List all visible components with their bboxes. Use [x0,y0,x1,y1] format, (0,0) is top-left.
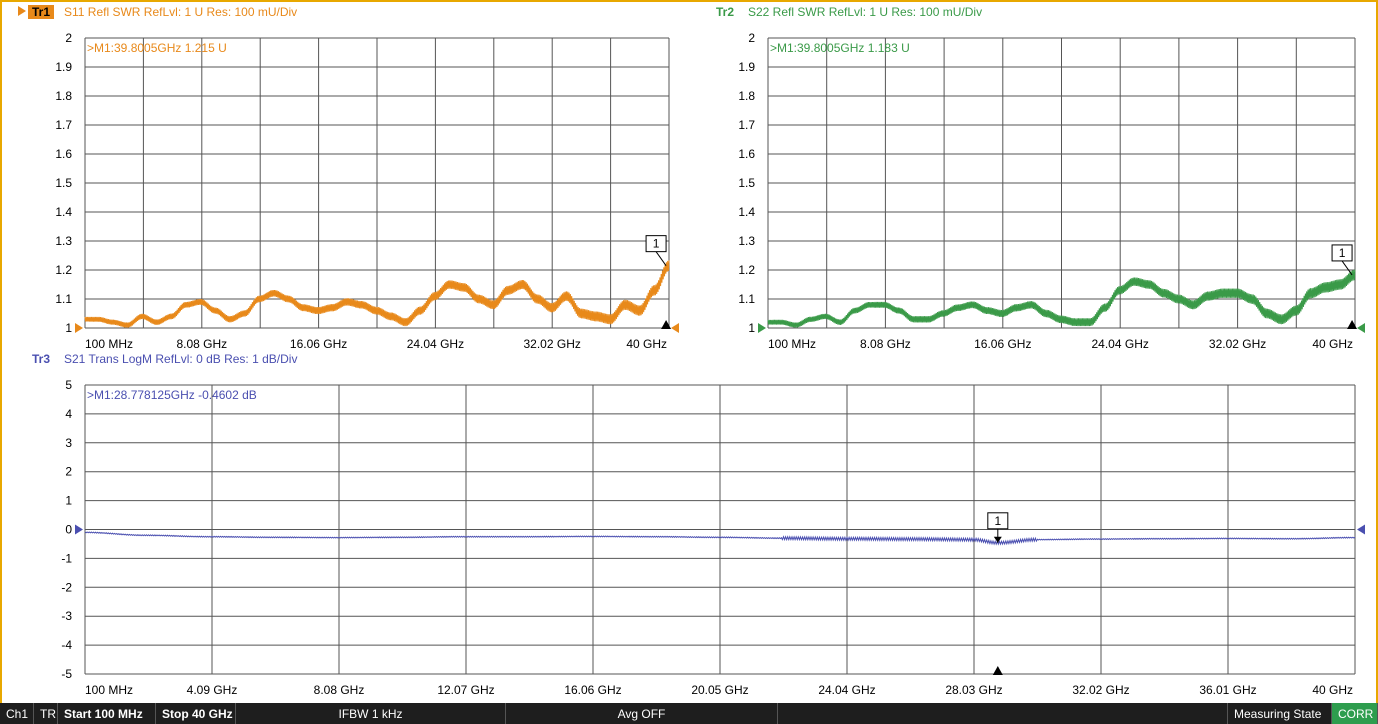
tr2-ytick-label: 1.9 [738,60,755,74]
tr1-trace-label: Tr1 [32,5,50,19]
tr3-marker-axis-icon [992,666,1003,675]
tr1-xtick-label: 32.02 GHz [524,337,581,351]
tr3-xtick-label: 20.05 GHz [691,683,748,697]
tr2-xtick-label: 32.02 GHz [1209,337,1266,351]
tr3-ytick-label: -2 [61,580,72,594]
stop-frequency[interactable]: Stop 40 GHz [156,703,236,724]
tr2-ytick-label: 1.8 [738,89,755,103]
tr2-ytick-label: 1.5 [738,176,755,190]
tr2-trace-label: Tr2 [716,5,734,19]
tr3-ytick-label: -5 [61,667,72,681]
tr2-ytick-label: 1.4 [738,205,755,219]
tr1-ytick-label: 1.1 [55,292,72,306]
tr1-marker-label: 1 [653,237,660,251]
tr3-trace-label: Tr3 [32,352,50,366]
tr3-xtick-label: 12.07 GHz [437,683,494,697]
tr3-header: S21 Trans LogM RefLvl: 0 dB Res: 1 dB/Di… [64,352,297,366]
ifbw-setting[interactable]: IFBW 1 kHz [236,703,506,724]
tr2-header: S22 Refl SWR RefLvl: 1 U Res: 100 mU/Div [748,5,982,19]
tr2-xtick-label: 16.06 GHz [974,337,1031,351]
tr1-ytick-label: 1.4 [55,205,72,219]
tr2-ytick-label: 1.2 [738,263,755,277]
tr1-marker-axis-icon [661,320,672,329]
tr1-marker-readout: >M1:39.8005GHz 1.215 U [87,41,227,55]
tr1-ref-right-icon [671,323,679,333]
tr3-xtick-label: 100 MHz [85,683,133,697]
tr3-ytick-label: 4 [65,407,72,421]
tr1-ytick-label: 2 [65,31,72,45]
tr1-xtick-label: 100 MHz [85,337,133,351]
tr1-xtick-label: 16.06 GHz [290,337,347,351]
tr3-ytick-label: -4 [61,638,72,652]
tr2-marker-axis-icon [1347,320,1358,329]
tr3-xtick-label: 32.02 GHz [1072,683,1129,697]
tr1-ytick-label: 1.2 [55,263,72,277]
tr1-header: S11 Refl SWR RefLvl: 1 U Res: 100 mU/Div [64,5,297,19]
tr1-ytick-label: 1.6 [55,147,72,161]
tr3-xtick-label: 28.03 GHz [945,683,1002,697]
measuring-state: Measuring State [1228,703,1332,724]
tr2-ytick-label: 1 [748,321,755,335]
tr1-ytick-label: 1.3 [55,234,72,248]
tr3-marker-readout: >M1:28.778125GHz -0.4602 dB [87,388,257,402]
tr2-xtick-label: 100 MHz [768,337,816,351]
tr1-ytick-label: 1.9 [55,60,72,74]
tr3-ref-left-icon [75,524,83,535]
tr3-xtick-label: 36.01 GHz [1199,683,1256,697]
tr3-xtick-label: 8.08 GHz [314,683,365,697]
analyzer-display: Tr1 S11 Refl SWR RefLvl: 1 U Res: 100 mU/… [18,5,1365,697]
tr1-ytick-label: 1.8 [55,89,72,103]
tr1-xtick-label: 40 GHz [626,337,667,351]
tr2-ref-right-icon [1357,323,1365,333]
tr3-ytick-label: 2 [65,465,72,479]
tr2-marker-label: 1 [1339,246,1346,260]
tr2-xtick-label: 8.08 GHz [860,337,911,351]
tr2-marker-leader [1341,260,1353,276]
tr3-xtick-label: 24.04 GHz [818,683,875,697]
tr3-ytick-label: 1 [65,494,72,508]
tr2-ref-left-icon [758,323,766,333]
tr2-marker-readout: >M1:39.8005GHz 1.183 U [770,41,910,55]
tr2-xtick-label: 24.04 GHz [1092,337,1149,351]
tr3-ytick-label: -3 [61,609,72,623]
start-frequency[interactable]: Start 100 MHz [58,703,156,724]
tr2-ytick-label: 1.3 [738,234,755,248]
tr3-xtick-label: 4.09 GHz [187,683,238,697]
correction-badge[interactable]: CORR [1332,703,1378,724]
tr3-xtick-label: 40 GHz [1312,683,1353,697]
tr3-ytick-label: 3 [65,436,72,450]
tr2-ytick-label: 1.1 [738,292,755,306]
tr1-xtick-label: 8.08 GHz [176,337,227,351]
tr1-xtick-label: 24.04 GHz [407,337,464,351]
tr3-ytick-label: -1 [61,551,72,565]
average-setting[interactable]: Avg OFF [506,703,778,724]
tr3-xtick-label: 16.06 GHz [564,683,621,697]
tr3-ytick-label: 5 [65,378,72,392]
tr2-ytick-label: 1.6 [738,147,755,161]
mode-indicator[interactable]: TR [34,703,58,724]
tr2-xtick-label: 40 GHz [1312,337,1353,351]
tr1-ytick-label: 1 [65,321,72,335]
tr1-ytick-label: 1.5 [55,176,72,190]
tr1-ytick-label: 1.7 [55,118,72,132]
tr3-marker-label: 1 [994,514,1001,528]
tr1-ref-left-icon [75,323,83,333]
tr2-ytick-label: 1.7 [738,118,755,132]
tr2-ytick-label: 2 [748,31,755,45]
tr1-marker-leader [655,251,667,266]
status-bar: Ch1 TR Start 100 MHz Stop 40 GHz IFBW 1 … [0,703,1378,724]
tr3-ref-right-icon [1357,524,1365,535]
tr3-ytick-label: 0 [65,523,72,537]
tr1-active-arrow-icon [18,6,26,16]
channel-indicator[interactable]: Ch1 [0,703,34,724]
